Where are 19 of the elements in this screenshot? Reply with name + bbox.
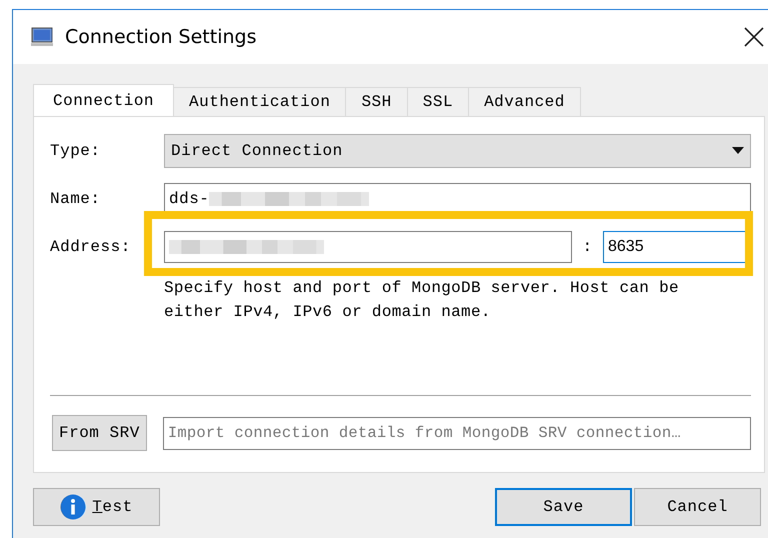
dialog-button[interactable]: Save	[495, 488, 632, 526]
field-label: Type:	[50, 142, 102, 160]
computer-icon	[31, 27, 53, 47]
test-button[interactable]: Test	[33, 488, 160, 526]
hint-text: Specify host and port of MongoDB server. Host can be either IPv4, IPv6 or domain name.	[164, 278, 680, 323]
window-title: Connection Settings	[65, 26, 256, 48]
info-icon	[60, 494, 86, 520]
host-field[interactable]	[164, 230, 572, 262]
field-label: Address:	[50, 238, 132, 256]
tab[interactable]: Connection	[33, 84, 174, 117]
close-icon[interactable]	[744, 27, 764, 47]
dropdown-arrow-icon	[732, 147, 744, 154]
type-dropdown[interactable]: Direct Connection	[164, 134, 751, 168]
tab[interactable]: Advanced	[468, 87, 581, 116]
separator: :	[581, 238, 594, 256]
field-label: Name:	[50, 190, 102, 208]
from-srv-button[interactable]: From SRV	[52, 415, 147, 451]
dialog-button[interactable]: Cancel	[634, 488, 761, 526]
srv-field[interactable]: Import connection details from MongoDB SRV connection…	[162, 416, 751, 450]
